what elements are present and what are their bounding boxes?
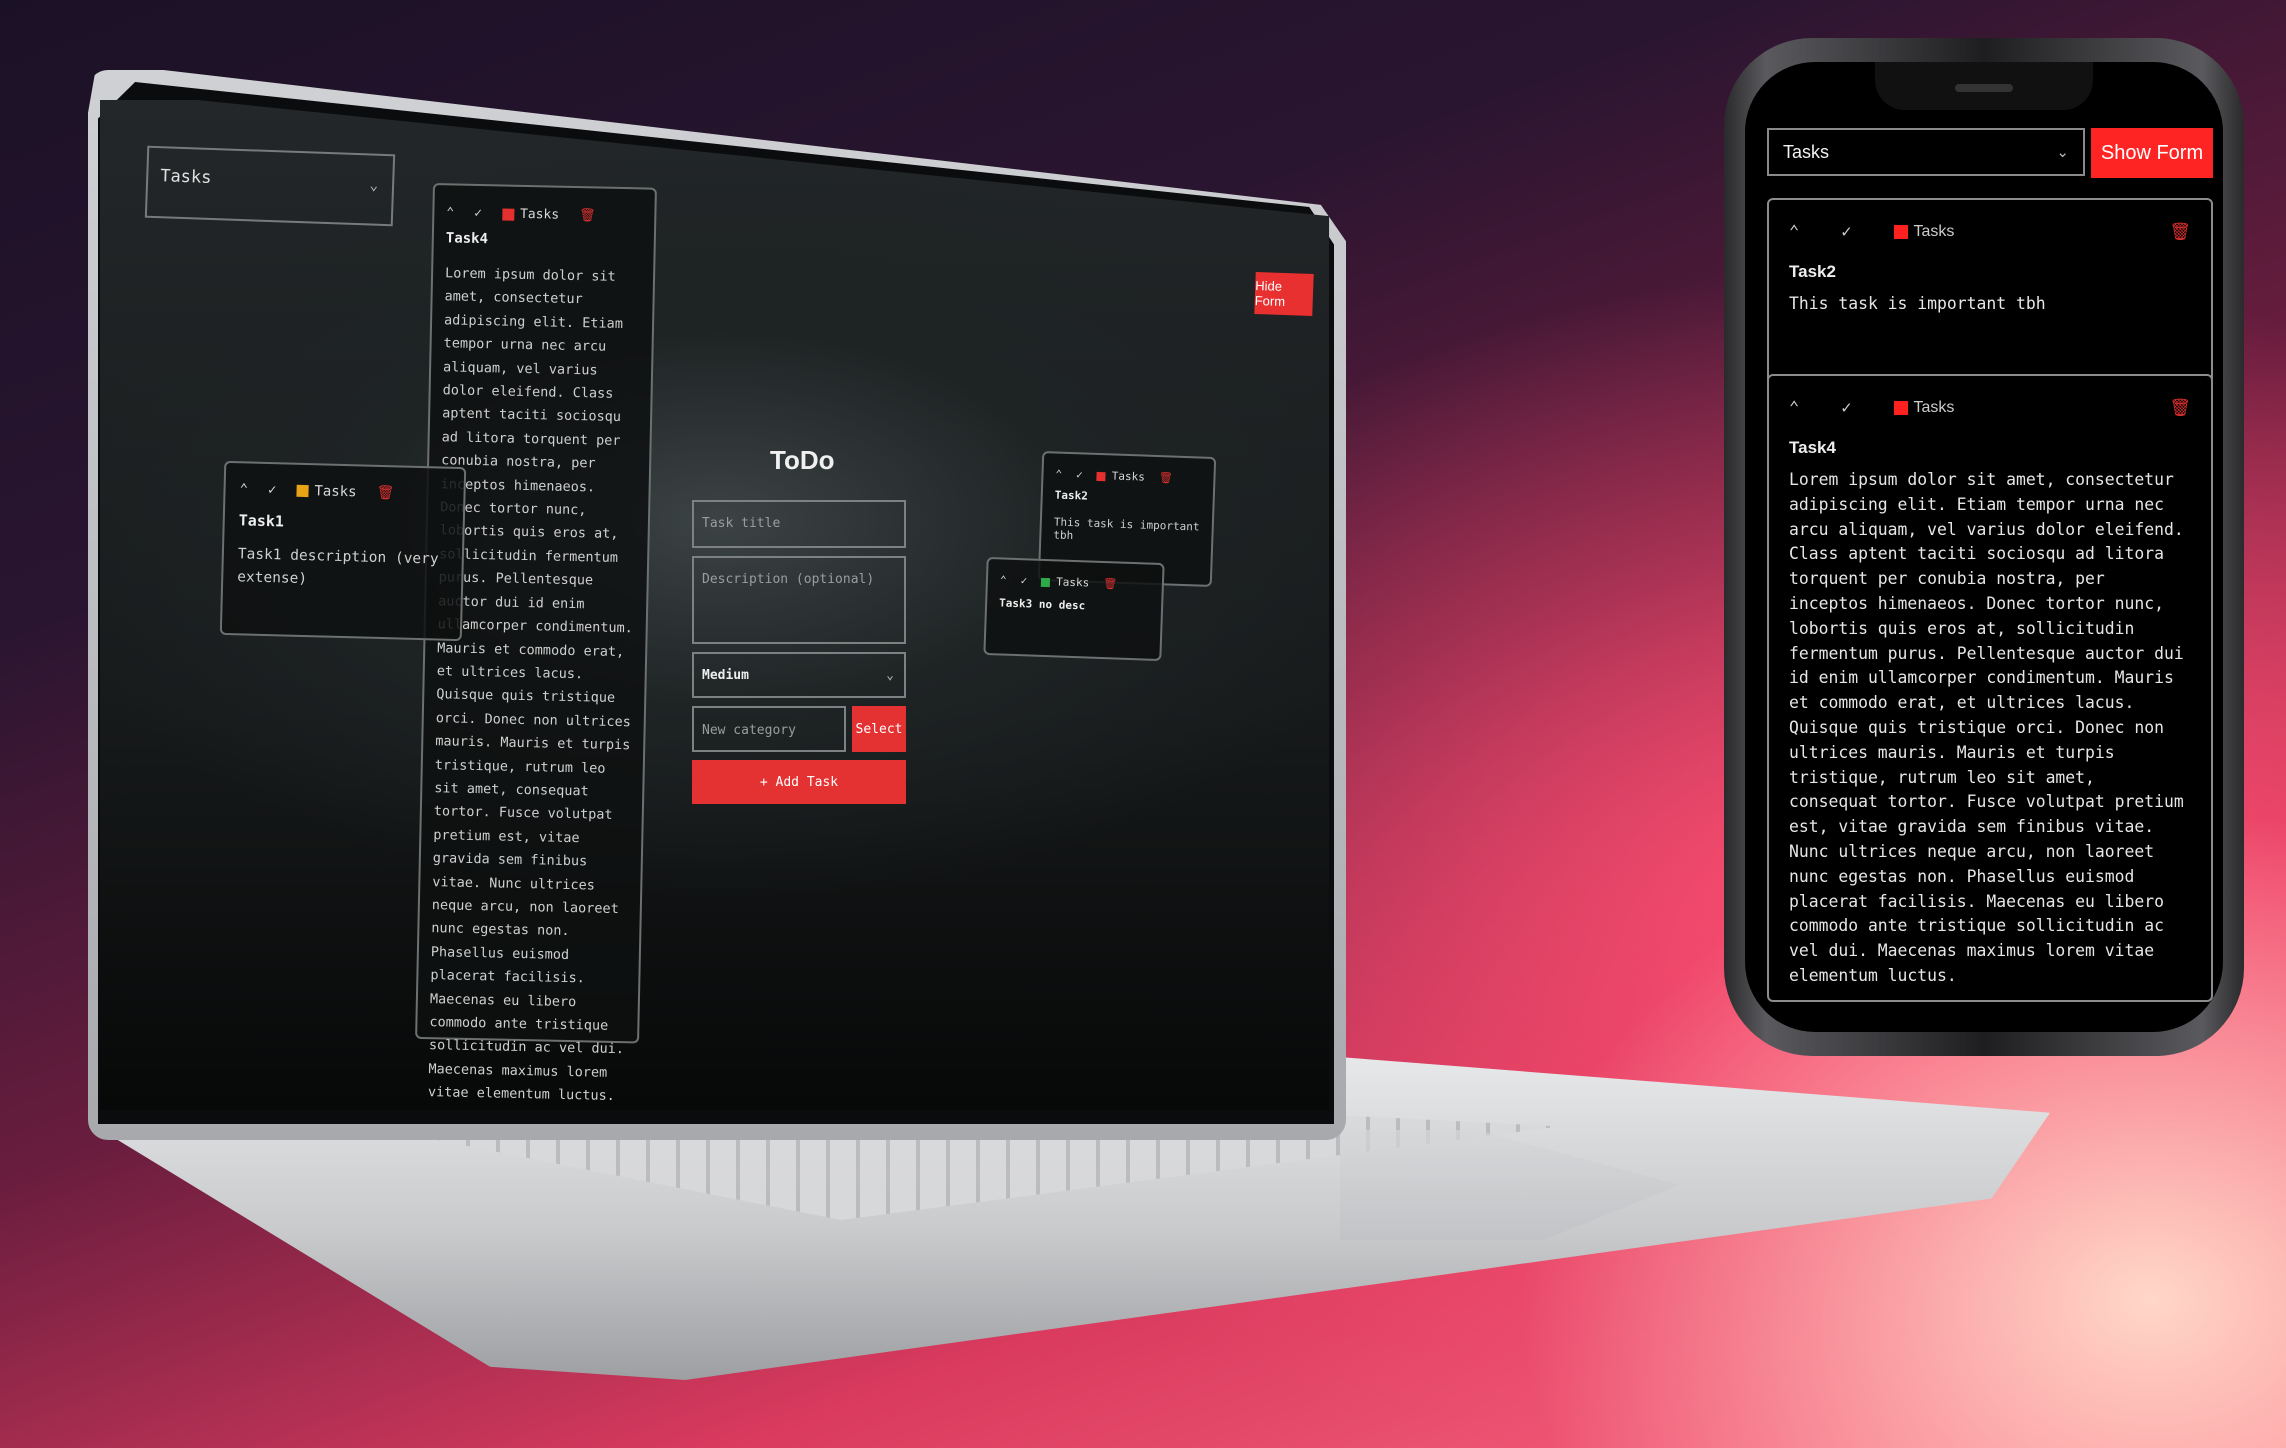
category-tag: Tasks [1041, 575, 1090, 590]
task-title: Task2 [1789, 262, 1836, 281]
hide-form-button[interactable]: Hide Form [1254, 272, 1314, 316]
chevron-up-icon[interactable]: ⌃ [1789, 398, 1799, 418]
trash-icon[interactable]: 🗑 [2169, 398, 2191, 418]
category-color-swatch [1893, 400, 1908, 415]
category-select[interactable]: Tasks ⌄ [1767, 128, 2085, 176]
category-tag: Tasks [1096, 469, 1146, 484]
category-label: Tasks [1913, 223, 1955, 240]
category-select-value: Tasks [1783, 142, 1830, 162]
add-task-button[interactable]: + Add Task [692, 760, 906, 804]
task-description: This task is important tbh [1789, 294, 2046, 313]
check-icon[interactable]: ✓ [1841, 398, 1851, 418]
task-description: Lorem ipsum dolor sit amet, consectetur … [427, 265, 633, 1105]
check-icon[interactable]: ✓ [1841, 222, 1851, 242]
check-icon[interactable]: ✓ [474, 206, 482, 221]
task-card-task3: ⌃ ✓ Tasks 🗑 Task3 no desc [983, 556, 1165, 662]
trash-icon[interactable]: 🗑 [2169, 222, 2191, 242]
category-select-value: Tasks [159, 166, 212, 188]
priority-select[interactable]: Medium ⌄ [692, 652, 906, 698]
chevron-up-icon[interactable]: ⌃ [446, 205, 454, 220]
task-title: Task1 [238, 511, 285, 531]
trash-icon[interactable]: 🗑 [579, 208, 596, 223]
chevron-up-icon[interactable]: ⌃ [1789, 222, 1799, 242]
phone-screen: Tasks ⌄ Show Form ⌃ ✓ Tasks 🗑 Task2 This… [1745, 62, 2223, 1032]
chevron-down-icon: ⌄ [369, 177, 379, 194]
category-tag: Tasks [501, 206, 560, 223]
phone-speaker [1955, 84, 2013, 92]
check-icon[interactable]: ✓ [1076, 468, 1083, 481]
trash-icon[interactable]: 🗑 [1159, 471, 1173, 484]
category-label: Tasks [519, 206, 560, 223]
category-color-swatch [1041, 577, 1051, 587]
category-tag: Tasks [1893, 399, 1997, 417]
form-title: ToDo [770, 445, 835, 475]
category-color-swatch [296, 484, 309, 498]
phone-notch [1875, 62, 2093, 110]
category-tag: Tasks [1893, 223, 1997, 241]
category-color-swatch [1096, 471, 1106, 481]
category-label: Tasks [1111, 469, 1146, 484]
category-label: Tasks [1055, 575, 1090, 590]
category-tag: Tasks [296, 483, 357, 501]
description-textarea[interactable]: Description (optional) [692, 556, 906, 644]
task-card-task1: ⌃ ✓ Tasks 🗑 Task1 Task1 description (ver… [219, 460, 467, 642]
task-title-input[interactable]: Task title [692, 500, 906, 548]
select-category-button[interactable]: Select [852, 706, 906, 752]
new-category-input[interactable]: New category [692, 706, 846, 752]
task-title: Task4 [445, 230, 489, 248]
category-label: Tasks [1913, 399, 1955, 416]
task-title: Task2 [1054, 488, 1089, 503]
priority-value: Medium [702, 668, 749, 683]
category-select[interactable]: Tasks ⌄ [144, 145, 396, 227]
check-icon[interactable]: ✓ [268, 482, 277, 498]
task-description: Task1 description (very extense) [237, 546, 439, 588]
trash-icon[interactable]: 🗑 [376, 485, 394, 501]
category-label: Tasks [314, 483, 357, 501]
task-title: Task4 [1789, 438, 1836, 457]
task-description: Lorem ipsum dolor sit amet, consectetur … [1789, 470, 2184, 985]
trash-icon[interactable]: 🗑 [1103, 577, 1117, 590]
show-form-button[interactable]: Show Form [2091, 128, 2213, 178]
chevron-up-icon[interactable]: ⌃ [1000, 573, 1007, 586]
chevron-down-icon: ⌄ [886, 668, 894, 683]
category-color-swatch [501, 207, 515, 221]
chevron-down-icon: ⌄ [2056, 144, 2069, 161]
task-description: This task is important tbh [1053, 515, 1200, 543]
chevron-up-icon[interactable]: ⌃ [239, 481, 248, 497]
category-color-swatch [1893, 224, 1908, 239]
chevron-up-icon[interactable]: ⌃ [1055, 467, 1062, 480]
task-card-task4: ⌃ ✓ Tasks 🗑 Task4 Lorem ipsum dolor sit … [1767, 374, 2213, 1002]
task-title: Task3 no desc [998, 596, 1086, 613]
check-icon[interactable]: ✓ [1020, 574, 1027, 587]
